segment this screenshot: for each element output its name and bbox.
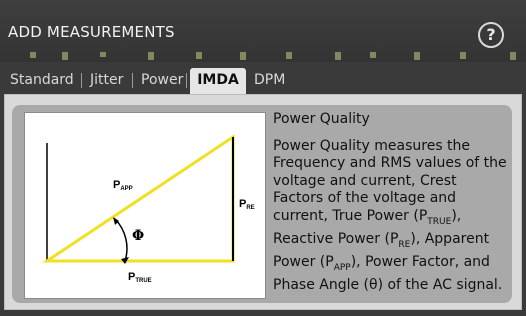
waveform-background [30, 52, 516, 60]
help-icon[interactable]: ? [478, 22, 504, 48]
p-re-label: PRE [239, 198, 255, 211]
tab-imda[interactable]: IMDA [190, 68, 246, 94]
measurement-title: Power Quality [273, 111, 370, 127]
add-measurements-dialog: ADD MEASUREMENTS ? Standard Jitter Power… [0, 0, 526, 316]
tab-standard[interactable]: Standard [10, 68, 74, 92]
dialog-title: ADD MEASUREMENTS [8, 23, 175, 41]
phi-label: Φ [132, 228, 144, 244]
power-triangle-svg: PAPP PRE PTRUE Φ [42, 134, 255, 284]
tab-separator [81, 73, 82, 88]
tab-separator [186, 73, 187, 88]
measurement-description: Power Quality measures the Frequency and… [273, 138, 507, 294]
tab-separator [132, 73, 133, 88]
tab-jitter[interactable]: Jitter [90, 68, 123, 92]
tab-dpm[interactable]: DPM [254, 68, 285, 92]
power-triangle-diagram: PAPP PRE PTRUE Φ [24, 112, 266, 299]
p-true-label: PTRUE [128, 271, 152, 284]
p-app-label: PAPP [113, 179, 133, 192]
tab-power[interactable]: Power [141, 68, 183, 92]
measurement-tabs: Standard Jitter Power IMDA DPM [0, 66, 526, 94]
